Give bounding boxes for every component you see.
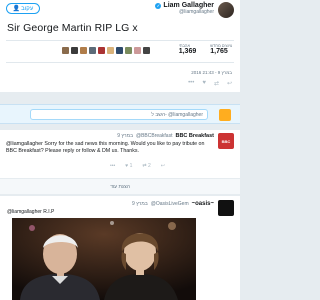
more-icon[interactable]: ••• xyxy=(188,80,194,87)
oasis-avatar[interactable] xyxy=(218,200,234,216)
divider xyxy=(6,40,234,41)
author-avatar[interactable] xyxy=(218,2,234,18)
liker-avatar[interactable] xyxy=(89,47,96,54)
like-icon[interactable]: ♥ 1 xyxy=(125,163,132,169)
liker-avatar[interactable] xyxy=(125,47,132,54)
tweet-actions: ••• ♥ ⇄ ↩ xyxy=(188,80,232,87)
follow-button[interactable]: 👤 עקוב xyxy=(6,3,40,14)
liker-avatar[interactable] xyxy=(62,47,69,54)
stat-likes[interactable]: אהבתי 1,369 xyxy=(179,43,197,55)
verified-icon: ✓ xyxy=(155,2,162,9)
liker-avatar[interactable] xyxy=(71,47,78,54)
tweet-text: Sir George Martin RIP LG x xyxy=(7,22,138,34)
liker-avatar[interactable] xyxy=(116,47,123,54)
retweet-icon[interactable]: ⇄ xyxy=(214,80,219,87)
reply-header: 9 במרץ @OasisLiveGem ~oasis~ xyxy=(132,201,214,207)
liker-avatar[interactable] xyxy=(134,47,141,54)
reply-text: @liamgallagher Sorry for the sad news th… xyxy=(6,141,205,154)
tweet-date: 2016 במרץ 9 - 21:43 xyxy=(191,70,232,75)
user-avatar xyxy=(219,109,231,121)
liker-avatar[interactable] xyxy=(107,47,114,54)
reply-icon[interactable]: ↩ xyxy=(227,80,232,87)
reply-input[interactable]: השב ל- @liamgallagher xyxy=(30,109,208,120)
attached-photo[interactable] xyxy=(12,218,196,300)
reply-handle: @OasisLiveGem xyxy=(150,201,189,207)
liker-avatar[interactable] xyxy=(143,47,150,54)
tweet-author[interactable]: ✓ Liam Gallagher @liamgallagher xyxy=(155,2,214,15)
reply-handle: @BBCBreakfast xyxy=(136,133,173,139)
likers-list[interactable] xyxy=(62,47,150,54)
reply-time[interactable]: 9 במרץ xyxy=(132,201,148,207)
bbc-avatar[interactable]: BBC xyxy=(218,133,234,149)
reply-author-name[interactable]: BBC Breakfast xyxy=(175,133,214,139)
show-more-replies[interactable]: הצגת עוד xyxy=(0,178,240,194)
reply-composer: השב ל- @liamgallagher xyxy=(0,104,240,124)
divider xyxy=(6,62,234,63)
retweet-icon[interactable]: ⇄ 2 xyxy=(142,163,150,169)
reply-text: @liamgallagher R.I.P xyxy=(7,209,55,215)
more-icon[interactable]: ••• xyxy=(110,163,115,169)
main-tweet: 👤 עקוב ✓ Liam Gallagher @liamgallagher S… xyxy=(0,0,240,92)
author-handle: @liamgallagher xyxy=(179,9,214,15)
liker-avatar[interactable] xyxy=(80,47,87,54)
reply-actions: ••• ♥ 1 ⇄ 2 ↩ xyxy=(110,163,165,169)
like-icon[interactable]: ♥ xyxy=(202,80,206,87)
photo-image xyxy=(12,218,196,300)
follow-icon: 👤 xyxy=(12,6,21,12)
reply-author-name[interactable]: ~oasis~ xyxy=(192,201,214,207)
reply-time[interactable]: 9 במרץ xyxy=(117,133,133,139)
stat-retweets[interactable]: ציוצים מחדש 1,765 xyxy=(210,43,232,55)
follow-label: עקוב xyxy=(21,5,34,12)
reply-header: 9 במרץ @BBCBreakfast BBC Breakfast xyxy=(117,133,214,139)
reply-icon[interactable]: ↩ xyxy=(161,163,165,169)
reply-tweet-oasis[interactable]: 9 במרץ @OasisLiveGem ~oasis~ @liamgallag… xyxy=(0,196,240,300)
author-name: Liam Gallagher xyxy=(163,2,214,9)
liker-avatar[interactable] xyxy=(98,47,105,54)
tweet-stats: אהבתי 1,369 ציוצים מחדש 1,765 xyxy=(179,43,232,55)
reply-tweet-bbc[interactable]: 9 במרץ @BBCBreakfast BBC Breakfast BBC @… xyxy=(0,130,240,178)
